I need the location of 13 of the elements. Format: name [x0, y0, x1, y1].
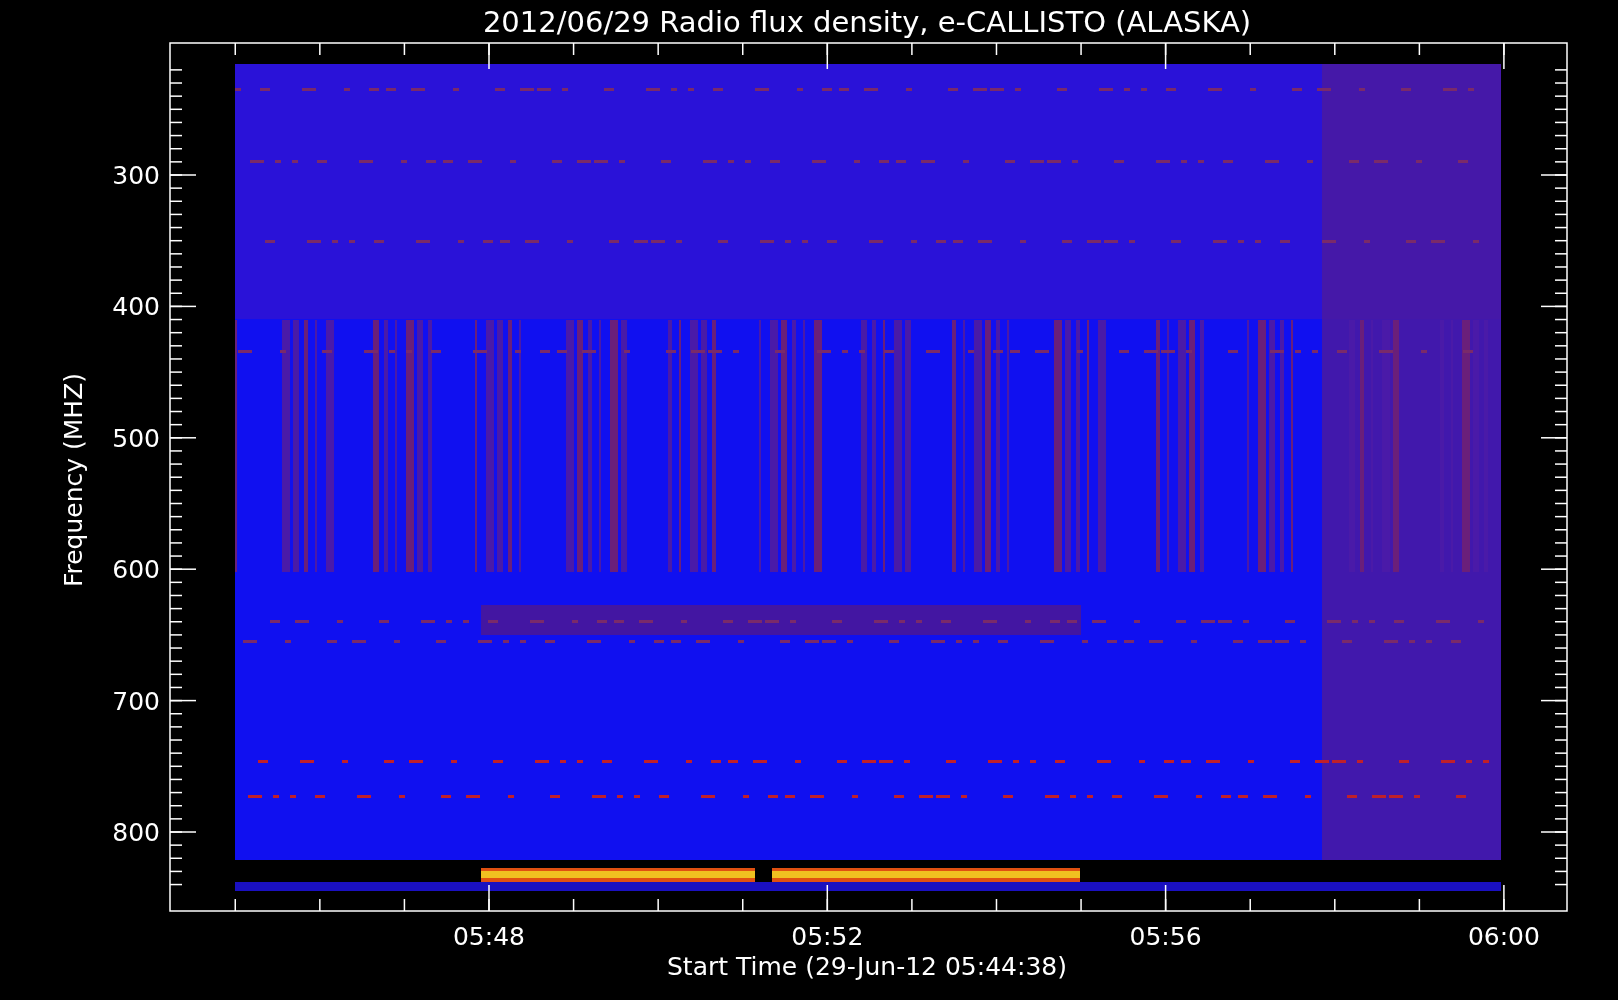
tick-label: 05:52	[791, 922, 864, 951]
axis-label: Frequency (MHZ)	[59, 372, 88, 588]
tick-label: 06:00	[1467, 922, 1540, 951]
tick-label: 05:48	[453, 922, 525, 951]
plot-title: 2012/06/29 Radio flux density, e-CALLISTO (ALASKA)	[482, 5, 1252, 39]
tick-label: 600	[112, 555, 160, 585]
tick-label: 05:56	[1129, 922, 1202, 951]
tick-label: 500	[112, 423, 160, 453]
tick-label: 400	[112, 292, 160, 322]
axis-label: Start Time (29-Jun-12 05:44:38)	[667, 952, 1067, 981]
tick-label: 800	[112, 818, 160, 847]
tick-label: 700	[112, 686, 160, 716]
tick-label: 300	[112, 161, 160, 190]
